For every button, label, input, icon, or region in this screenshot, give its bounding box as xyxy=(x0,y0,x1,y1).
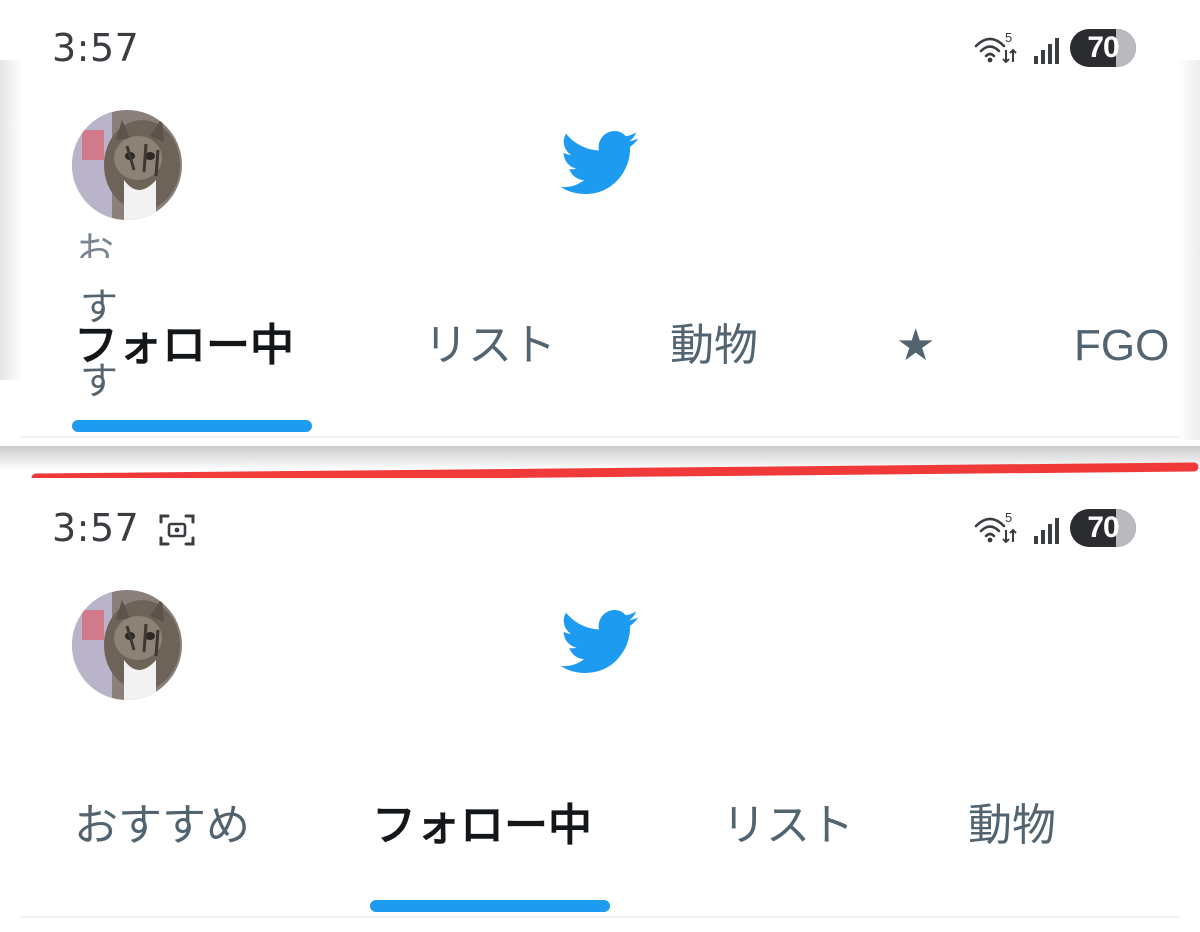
avatar[interactable] xyxy=(72,110,182,220)
network-badge: 5 xyxy=(1005,30,1012,45)
tab-bar-divider xyxy=(20,916,1180,918)
tab-star[interactable]: ★ xyxy=(896,324,935,368)
battery-level: 70 xyxy=(1087,31,1119,64)
wifi-5g-icon: 5 xyxy=(974,30,1017,64)
tab-fgo[interactable]: FGO xyxy=(1074,324,1169,368)
signal-icon xyxy=(1034,38,1059,64)
edge-shadow xyxy=(0,60,22,380)
status-time: 3:57 xyxy=(52,26,140,70)
wifi-5g-icon: 5 xyxy=(974,510,1017,544)
avatar-cat-image xyxy=(72,590,182,700)
tab-animals[interactable]: 動物 xyxy=(670,324,758,368)
tab-following[interactable]: フォロー中 xyxy=(74,324,294,368)
ghost-char: お xyxy=(76,232,115,258)
tab-animals[interactable]: 動物 xyxy=(968,804,1056,848)
comparison-screenshot: 3:57 5 70 お す す フォロー中 リスト 動物 ★ FGO 3:57 … xyxy=(0,0,1200,932)
battery-level: 70 xyxy=(1087,511,1119,544)
active-tab-indicator xyxy=(370,900,610,912)
battery-indicator: 70 xyxy=(1070,509,1136,547)
network-badge: 5 xyxy=(1005,510,1012,525)
avatar[interactable] xyxy=(72,590,182,700)
tab-lists[interactable]: リスト xyxy=(424,324,556,368)
signal-icon xyxy=(1034,518,1059,544)
status-time: 3:57 xyxy=(52,506,140,550)
edge-shadow xyxy=(1178,60,1200,440)
battery-indicator: 70 xyxy=(1070,29,1136,67)
tab-lists[interactable]: リスト xyxy=(722,804,854,848)
status-icons: 5 70 xyxy=(972,508,1136,548)
twitter-bird-icon[interactable] xyxy=(560,131,640,197)
tab-following[interactable]: フォロー中 xyxy=(372,804,592,848)
tab-recommended[interactable]: おすすめ xyxy=(74,804,250,848)
avatar-cat-image xyxy=(72,110,182,220)
screenshot-icon xyxy=(159,514,195,546)
top-screen: 3:57 5 70 お す す フォロー中 リスト 動物 ★ FGO xyxy=(0,0,1200,445)
status-icons: 5 70 xyxy=(972,28,1136,68)
bottom-screen: 3:57 5 70 おすすめ フォロー中 リスト 動物 xyxy=(0,478,1200,932)
twitter-bird-icon[interactable] xyxy=(560,610,640,676)
